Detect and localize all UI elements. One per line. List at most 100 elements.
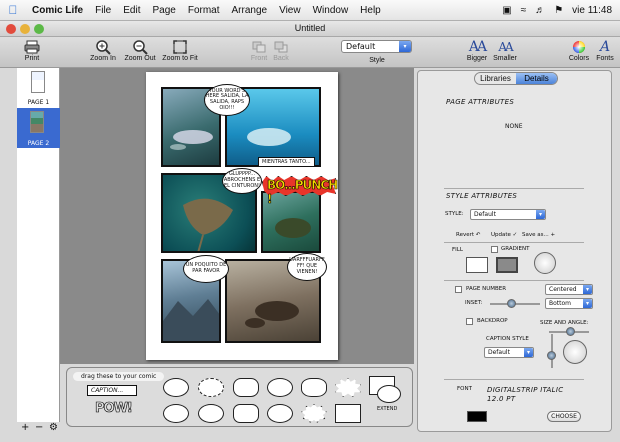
menu-help[interactable]: Help xyxy=(354,5,387,16)
colors-button[interactable]: Colors xyxy=(566,38,592,62)
page-thumbnail-1[interactable] xyxy=(31,71,45,93)
style-attr-select[interactable]: Default ▾ xyxy=(470,209,546,220)
size-slider-thumb[interactable] xyxy=(566,327,575,336)
update-button[interactable]: Update ✓ xyxy=(491,232,517,238)
close-window-icon[interactable] xyxy=(6,24,16,34)
gradient-angle-knob[interactable] xyxy=(534,252,556,274)
palette-bubble-whisper[interactable] xyxy=(198,378,224,397)
wifi-icon[interactable]: ≈ xyxy=(521,5,527,16)
menu-file[interactable]: File xyxy=(89,5,117,16)
remove-page-icon[interactable]: − xyxy=(35,422,43,433)
menu-page[interactable]: Page xyxy=(146,5,181,16)
speech-bubble-1[interactable]: YOUR WORD'S HERE SALIDA, LA SALIDA, RAPS… xyxy=(204,84,250,116)
palette-caption-box-2[interactable] xyxy=(335,404,361,423)
palette-caption[interactable]: CAPTION... xyxy=(87,385,137,396)
smaller-label: Smaller xyxy=(493,55,517,62)
volume-icon[interactable]: ♬ xyxy=(535,5,545,16)
font-color-swatch[interactable] xyxy=(467,411,487,422)
add-page-icon[interactable]: + xyxy=(21,422,29,433)
divider xyxy=(444,242,584,243)
fill-color-swatch-2[interactable] xyxy=(496,257,518,273)
palette-bubble-oval-3[interactable] xyxy=(198,404,224,423)
page-number-position-select[interactable]: Centered ▾ xyxy=(545,284,593,295)
zoom-out-icon xyxy=(133,39,148,55)
palette-bubble-burst-2[interactable] xyxy=(301,404,327,423)
speech-bubble-2[interactable]: GLUPPPP... ABROCHENS E EL CINTURON! xyxy=(222,168,262,194)
select-arrows-icon: ▾ xyxy=(583,285,592,294)
gradient-checkbox[interactable] xyxy=(491,246,498,253)
palette-header: drag these to your comic xyxy=(73,372,165,381)
palette-bubble-rounded[interactable] xyxy=(233,378,259,397)
minimize-window-icon[interactable] xyxy=(20,24,30,34)
zoom-out-button[interactable]: Zoom Out xyxy=(122,38,158,62)
fill-color-swatch-1[interactable] xyxy=(466,257,488,273)
front-button[interactable]: Front xyxy=(248,38,270,62)
zoom-window-icon[interactable] xyxy=(34,24,44,34)
palette-extend-bubble[interactable] xyxy=(377,385,401,403)
divider xyxy=(444,188,584,189)
menu-window[interactable]: Window xyxy=(307,5,355,16)
palette-pow[interactable]: POW! xyxy=(95,401,133,417)
back-button[interactable]: Back xyxy=(270,38,292,62)
save-as-button[interactable]: Save as... + xyxy=(522,232,555,238)
comic-page[interactable]: YOUR WORD'S HERE SALIDA, LA SALIDA, RAPS… xyxy=(146,72,339,360)
select-arrows-icon: ▾ xyxy=(536,210,545,219)
caption-box-1[interactable]: MIENTRAS TANTO... xyxy=(258,157,315,167)
vertical-slider-thumb[interactable] xyxy=(547,351,556,360)
bottom-bar: + − ⚙ xyxy=(17,422,69,436)
tab-details[interactable]: Details xyxy=(516,73,557,84)
bigger-icon: AA xyxy=(468,38,487,55)
smaller-button[interactable]: AA Smaller xyxy=(490,38,520,63)
select-arrows-icon: ▾ xyxy=(524,348,533,357)
style-select[interactable]: Default ▾ xyxy=(341,40,412,53)
palette-bubble-oval-4[interactable] xyxy=(267,404,293,423)
palette-bubble-burst[interactable] xyxy=(335,378,361,397)
page-number-checkbox[interactable] xyxy=(455,286,462,293)
page-thumbnail-2[interactable] xyxy=(30,111,44,133)
size-angle-label: SIZE AND ANGLE: xyxy=(540,320,589,326)
window-titlebar: Untitled xyxy=(0,21,620,37)
menu-arrange[interactable]: Arrange xyxy=(226,5,274,16)
palette-bubble-oval-2[interactable] xyxy=(163,404,189,423)
palette-bubble-cloud[interactable] xyxy=(301,378,327,397)
menu-view[interactable]: View xyxy=(273,5,307,16)
gear-icon[interactable]: ⚙ xyxy=(49,422,58,433)
zoom-in-button[interactable]: Zoom In xyxy=(88,38,118,62)
speech-bubble-4[interactable]: UARFFFUARFF FF! QUE VIENEN! xyxy=(287,253,327,281)
menu-format[interactable]: Format xyxy=(182,5,226,16)
zoom-to-fit-button[interactable]: Zoom to Fit xyxy=(160,38,200,62)
menu-app[interactable]: Comic Life xyxy=(26,5,89,16)
menu-edit[interactable]: Edit xyxy=(117,5,146,16)
caption-style-select[interactable]: Default ▾ xyxy=(484,347,534,358)
display-icon[interactable]: ▣ xyxy=(502,5,511,16)
fonts-button[interactable]: A Fonts xyxy=(592,38,618,63)
back-label: Back xyxy=(273,55,289,62)
smaller-icon: AA xyxy=(498,39,513,54)
zoom-in-label: Zoom In xyxy=(90,55,116,62)
style-attr-value: Default xyxy=(474,211,496,218)
flag-icon[interactable]: ⚑ xyxy=(554,5,563,16)
fonts-icon: A xyxy=(599,38,611,55)
angle-knob[interactable] xyxy=(563,340,587,364)
print-button[interactable]: Print xyxy=(18,38,46,62)
select-arrows-icon: ▾ xyxy=(583,299,592,308)
clock[interactable]: vie 11:48 xyxy=(572,5,612,16)
fonts-label: Fonts xyxy=(596,55,614,62)
palette-bubble-oval[interactable] xyxy=(163,378,189,397)
pages-panel: PAGE 1 PAGE 2 xyxy=(17,68,60,422)
apple-menu-icon[interactable]:  xyxy=(0,3,26,17)
printer-icon xyxy=(24,40,40,53)
page-number-align-select[interactable]: Bottom ▾ xyxy=(545,298,593,309)
choose-font-button[interactable]: CHOOSE xyxy=(547,411,581,422)
palette-bubble-thought[interactable] xyxy=(267,378,293,397)
front-label: Front xyxy=(250,55,268,62)
inset-slider-thumb[interactable] xyxy=(507,299,516,308)
palette-bubble-rounded-2[interactable] xyxy=(233,404,259,423)
tab-libraries[interactable]: Libraries xyxy=(475,73,516,84)
revert-button[interactable]: Revert ↶ xyxy=(456,232,480,238)
backdrop-checkbox[interactable] xyxy=(466,318,473,325)
speech-bubble-3[interactable]: UN POQUITO DE PAR FAVOR xyxy=(183,255,229,283)
inset-label: INSET: xyxy=(465,300,483,306)
bigger-button[interactable]: AA Bigger xyxy=(464,38,490,63)
palette-extend-label: EXTEND xyxy=(377,406,398,412)
